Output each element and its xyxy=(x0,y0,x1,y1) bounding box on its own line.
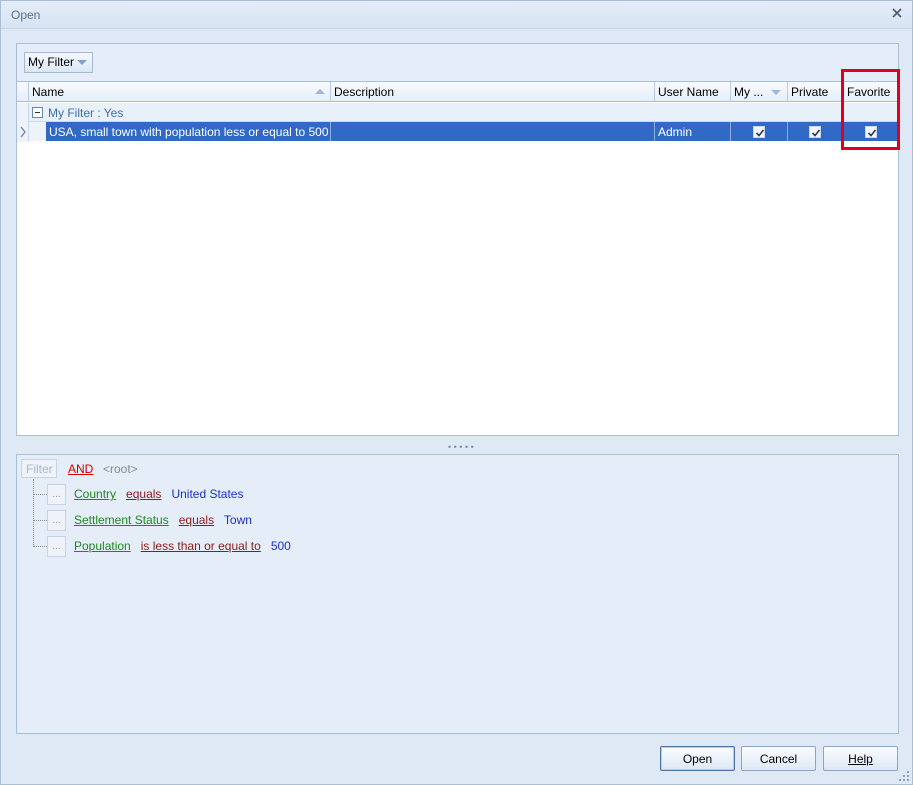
column-header-name-label: Name xyxy=(32,85,65,99)
my-filter-label: My Filter xyxy=(28,55,74,69)
filter-button: Filter xyxy=(21,459,57,478)
column-header-description-label: Description xyxy=(334,85,395,99)
cell-description[interactable] xyxy=(331,122,655,141)
column-header-my-label: My ... xyxy=(734,85,764,99)
condition-value[interactable]: United States xyxy=(171,487,243,501)
sort-ascending-icon xyxy=(315,89,325,94)
column-header-user-name[interactable]: User Name xyxy=(655,82,731,102)
column-header-name[interactable]: Name xyxy=(29,82,331,102)
chevron-down-icon xyxy=(77,60,87,65)
row-indicator[interactable] xyxy=(17,122,29,142)
group-label: My Filter : Yes xyxy=(48,106,124,120)
condition-operator[interactable]: equals xyxy=(126,487,161,501)
group-row-indicator xyxy=(17,103,29,122)
condition-field[interactable]: Country xyxy=(74,487,116,501)
row-indent xyxy=(29,122,46,141)
my-checkbox[interactable] xyxy=(753,126,765,138)
condition-field[interactable]: Population xyxy=(74,539,131,553)
cancel-button[interactable]: Cancel xyxy=(741,746,816,771)
tree-line xyxy=(33,479,34,547)
resize-grip-icon[interactable] xyxy=(899,771,909,781)
tree-branch xyxy=(33,520,47,521)
condition-population: Population is less than or equal to 500 xyxy=(74,539,291,553)
column-header-description[interactable]: Description xyxy=(331,82,655,102)
checkmark-icon xyxy=(755,129,765,137)
column-header-private[interactable]: Private xyxy=(788,82,844,102)
condition-operator[interactable]: is less than or equal to xyxy=(141,539,261,553)
condition-operator[interactable]: equals xyxy=(179,513,214,527)
filters-grid: Name Description User Name My ... Privat… xyxy=(17,81,898,435)
open-button[interactable]: Open xyxy=(660,746,735,771)
my-filter-dropdown[interactable]: My Filter xyxy=(24,52,93,73)
condition-field[interactable]: Settlement Status xyxy=(74,513,169,527)
cell-user-name[interactable]: Admin xyxy=(655,122,731,141)
group-row[interactable]: My Filter : Yes xyxy=(29,103,898,122)
root-label: <root> xyxy=(103,462,138,476)
filter-list-panel: My Filter Name Description User Name My … xyxy=(16,43,899,436)
condition-value[interactable]: 500 xyxy=(271,539,291,553)
table-row[interactable]: USA, small town with population less or … xyxy=(46,122,898,141)
condition-value[interactable]: Town xyxy=(224,513,252,527)
cell-private[interactable] xyxy=(788,122,844,141)
current-row-icon xyxy=(20,126,26,138)
filter-editor-panel: Filter AND <root> ... Country equals Uni… xyxy=(16,454,899,734)
condition-country: Country equals United States xyxy=(74,487,243,501)
cell-name[interactable]: USA, small town with population less or … xyxy=(46,122,331,141)
window-title: Open xyxy=(11,8,41,22)
favorite-column-highlight xyxy=(841,69,900,150)
help-button[interactable]: Help xyxy=(823,746,898,771)
help-button-label: Help xyxy=(848,752,873,766)
open-dialog: Open My Filter Name Description User Nam… xyxy=(0,0,913,785)
column-header-private-label: Private xyxy=(791,85,829,99)
close-icon[interactable] xyxy=(890,6,904,20)
checkmark-icon xyxy=(811,129,821,137)
column-header-user-name-label: User Name xyxy=(658,85,719,99)
header-corner xyxy=(17,82,29,102)
splitter-handle[interactable]: • • • • • xyxy=(448,442,474,452)
condition-menu-button[interactable]: ... xyxy=(47,484,66,505)
condition-menu-button[interactable]: ... xyxy=(47,536,66,557)
filter-dropdown-icon[interactable] xyxy=(771,90,781,95)
cell-my[interactable] xyxy=(731,122,788,141)
column-header-my[interactable]: My ... xyxy=(731,82,788,102)
private-checkbox[interactable] xyxy=(809,126,821,138)
condition-settlement-status: Settlement Status equals Town xyxy=(74,513,252,527)
title-bar[interactable]: Open xyxy=(1,1,912,29)
tree-branch xyxy=(33,546,47,547)
condition-menu-button[interactable]: ... xyxy=(47,510,66,531)
collapse-icon[interactable] xyxy=(32,107,43,118)
tree-branch xyxy=(33,494,47,495)
group-operator-link[interactable]: AND xyxy=(68,462,93,476)
